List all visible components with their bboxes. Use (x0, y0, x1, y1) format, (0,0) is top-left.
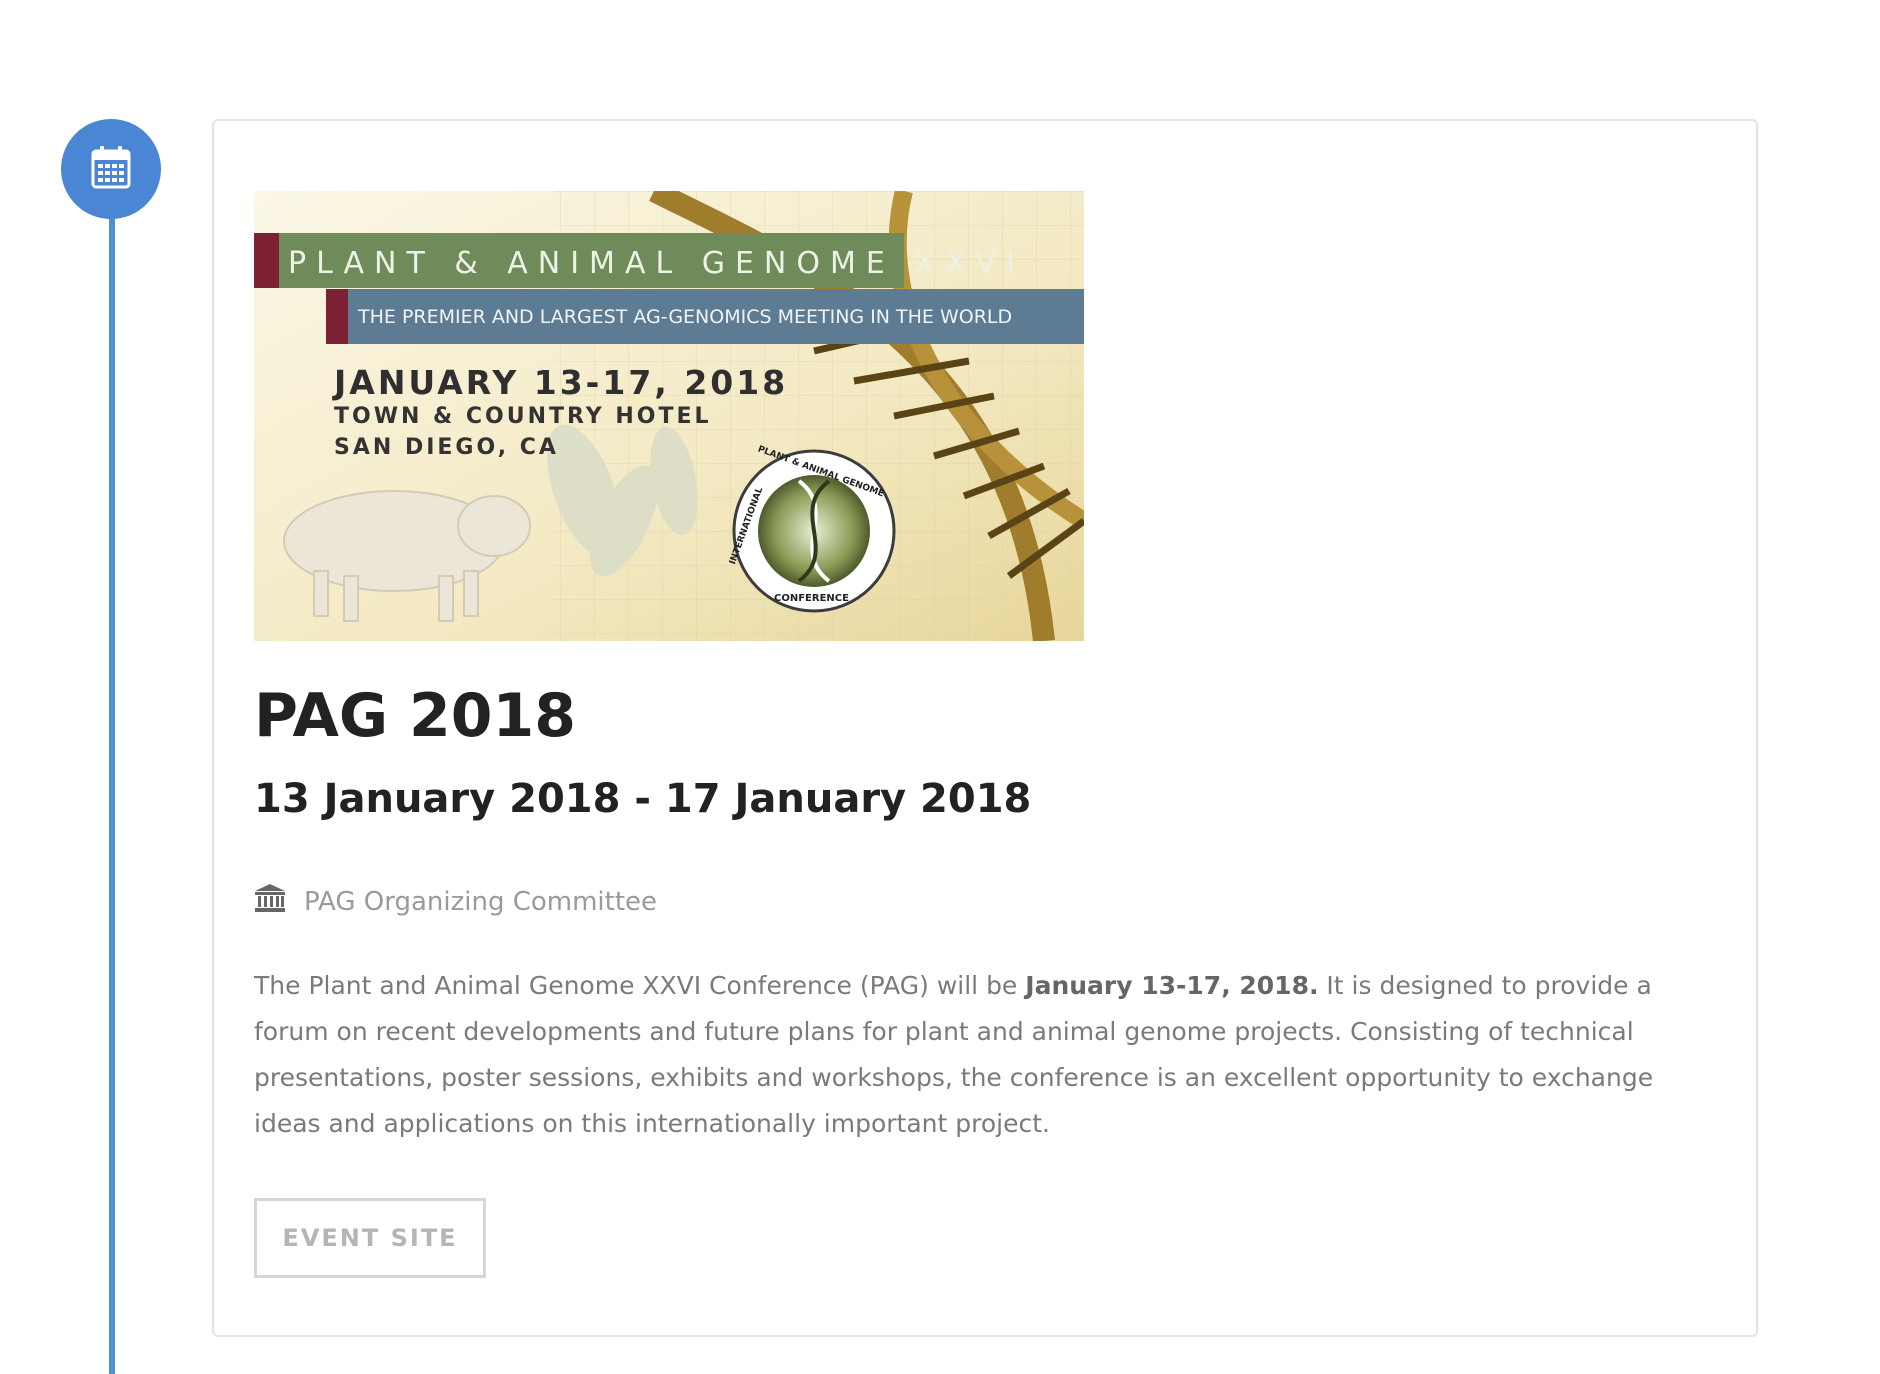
organizer-name: PAG Organizing Committee (304, 886, 658, 917)
institution-icon (254, 883, 286, 920)
event-timeline-page: PLANT & ANIMAL GENOME XXVI THE PREMIER A… (0, 0, 1880, 1374)
description-text-start: The Plant and Animal Genome XXVI Confere… (254, 971, 1026, 1000)
event-title: PAG 2018 (254, 681, 577, 751)
timeline-line (109, 210, 115, 1374)
description-highlight: January 13-17, 2018. (1025, 971, 1319, 1000)
event-card: PLANT & ANIMAL GENOME XXVI THE PREMIER A… (212, 119, 1758, 1337)
banner-date: JANUARY 13-17, 2018 (334, 363, 789, 402)
event-banner-image: PLANT & ANIMAL GENOME XXVI THE PREMIER A… (254, 191, 1084, 641)
event-organizer: PAG Organizing Committee (254, 883, 657, 920)
banner-line-1: PLANT & ANIMAL GENOME XXVI (288, 246, 1025, 281)
event-dates: 13 January 2018 - 17 January 2018 (254, 776, 1032, 822)
event-site-button[interactable]: EVENT SITE (254, 1198, 486, 1278)
event-description: The Plant and Animal Genome XXVI Confere… (254, 963, 1714, 1147)
banner-city: SAN DIEGO, CA (334, 435, 559, 460)
banner-line-2: THE PREMIER AND LARGEST AG-GENOMICS MEET… (358, 306, 1013, 328)
timeline-marker (61, 119, 161, 219)
calendar-icon (91, 145, 131, 194)
banner-venue: TOWN & COUNTRY HOTEL (334, 404, 712, 429)
seal-bottom-text: CONFERENCE (774, 593, 849, 604)
